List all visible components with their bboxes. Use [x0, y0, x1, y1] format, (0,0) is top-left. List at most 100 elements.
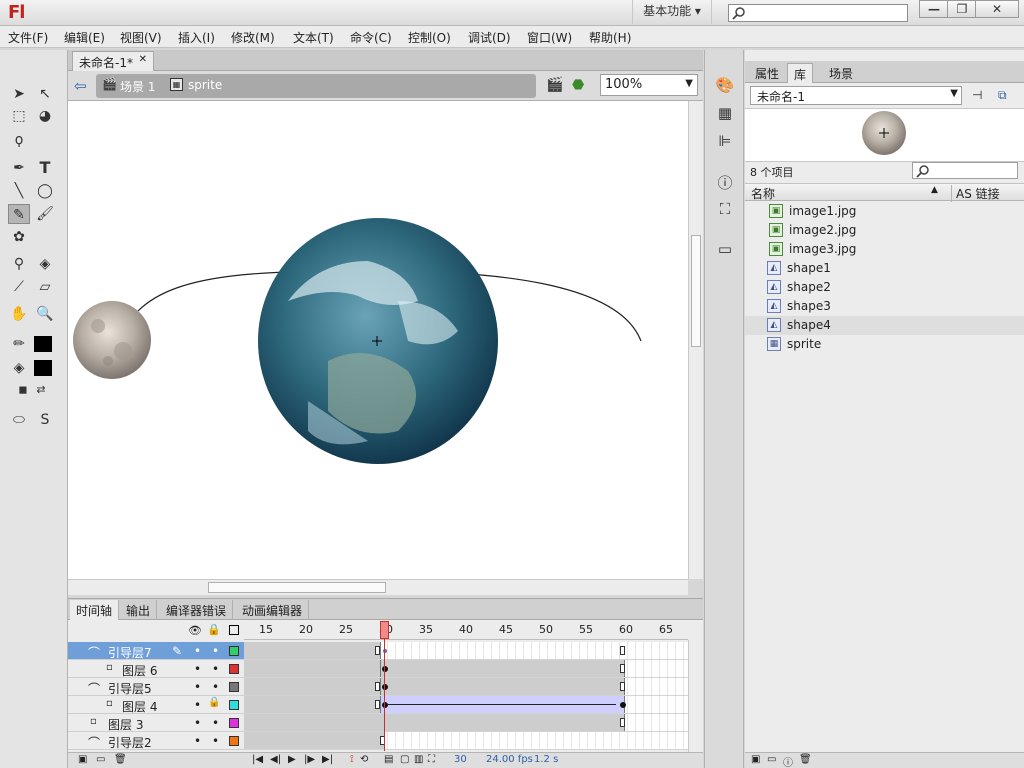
- keyframe[interactable]: [620, 702, 626, 708]
- keyframe-end[interactable]: [375, 700, 380, 709]
- new-symbol-icon[interactable]: ▣: [751, 754, 760, 765]
- smooth-icon[interactable]: S: [34, 410, 56, 430]
- pin-icon[interactable]: ⊣: [972, 88, 982, 102]
- bone-tool-icon[interactable]: ⚲: [8, 254, 30, 274]
- locked-icon[interactable]: 🔒: [208, 697, 220, 708]
- color-palette-icon[interactable]: 🎨: [713, 76, 737, 98]
- stage-horizontal-scrollbar[interactable]: [68, 579, 688, 595]
- lock-dot[interactable]: •: [212, 662, 219, 676]
- fill-color-swatch[interactable]: [34, 360, 52, 376]
- lock-icon[interactable]: 🔒: [207, 623, 221, 636]
- library-item[interactable]: ▣ image2.jpg: [745, 221, 1024, 240]
- delete-icon[interactable]: 🗑: [114, 754, 127, 765]
- outline-icon[interactable]: [229, 625, 239, 635]
- visibility-dot[interactable]: •: [194, 734, 201, 748]
- frame-ruler[interactable]: 15 20 25 30 35 40 45 50 55 60 65: [244, 620, 688, 640]
- delete-icon[interactable]: 🗑: [799, 754, 812, 765]
- new-layer-icon[interactable]: ▣: [78, 754, 87, 765]
- properties-icon[interactable]: ⓘ: [783, 754, 793, 768]
- pencil-tool-icon[interactable]: ✎: [8, 204, 30, 224]
- layer-name[interactable]: 引导层7: [108, 644, 152, 661]
- paint-bucket-icon[interactable]: ◈: [34, 254, 56, 274]
- stroke-color-swatch[interactable]: [34, 336, 52, 352]
- layer-row-4[interactable]: ▫ 图层 4 • 🔒: [68, 696, 244, 714]
- keyframe-end[interactable]: [375, 682, 380, 691]
- frame-rate[interactable]: 24.00 fps: [486, 754, 533, 765]
- selection-tool-icon[interactable]: ➤: [8, 84, 30, 104]
- library-search-input[interactable]: [912, 162, 1018, 179]
- menu-view[interactable]: 视图(V): [120, 29, 162, 46]
- menu-debug[interactable]: 调试(D): [468, 29, 511, 46]
- next-frame-icon[interactable]: |▶: [304, 754, 315, 765]
- frame-row-guide2[interactable]: [244, 732, 688, 750]
- eyedropper-icon[interactable]: ⟋: [8, 277, 30, 297]
- library-document-select[interactable]: 未命名-1 ▼: [750, 86, 962, 105]
- vertical-scroll-thumb[interactable]: [691, 235, 701, 347]
- keyframe-end[interactable]: [620, 664, 625, 673]
- tab-compiler-errors[interactable]: 编译器错误: [160, 600, 233, 620]
- layer-color-swatch[interactable]: [229, 682, 239, 692]
- library-item[interactable]: ▦ sprite: [745, 335, 1024, 354]
- keyframe-end[interactable]: [620, 682, 625, 691]
- layer-color-swatch[interactable]: [229, 664, 239, 674]
- layer-name[interactable]: 图层 4: [122, 698, 157, 715]
- layer-color-swatch[interactable]: [229, 718, 239, 728]
- layer-color-swatch[interactable]: [229, 700, 239, 710]
- tab-output[interactable]: 输出: [120, 600, 157, 620]
- workspace-switcher[interactable]: 基本功能 ▾: [632, 0, 712, 24]
- lock-dot[interactable]: •: [212, 644, 219, 658]
- layer-row-guide2[interactable]: ⌒ 引导层2 • •: [68, 732, 244, 750]
- edit-scene-icon[interactable]: 🎬: [546, 77, 563, 93]
- tab-timeline[interactable]: 时间轴: [70, 600, 119, 620]
- lock-dot[interactable]: •: [212, 716, 219, 730]
- column-as-linkage[interactable]: AS 链接: [951, 185, 1000, 202]
- tab-library[interactable]: 库: [787, 63, 813, 83]
- keyframe-end[interactable]: [620, 646, 625, 655]
- library-item[interactable]: ▣ image1.jpg: [745, 202, 1024, 221]
- close-tab-icon[interactable]: ✕: [139, 54, 147, 65]
- transform-icon[interactable]: ⛶: [713, 200, 737, 222]
- visibility-dot[interactable]: •: [194, 662, 201, 676]
- layer-color-swatch[interactable]: [229, 646, 239, 656]
- menu-edit[interactable]: 编辑(E): [64, 29, 105, 46]
- prev-frame-icon[interactable]: ◀|: [270, 754, 281, 765]
- object-drawing-icon[interactable]: ⬭: [8, 410, 30, 430]
- timeline-vertical-scrollbar[interactable]: [688, 640, 703, 752]
- menu-insert[interactable]: 插入(I): [178, 29, 215, 46]
- edit-multiple-icon[interactable]: ▥: [414, 754, 423, 765]
- visibility-dot[interactable]: •: [194, 716, 201, 730]
- edit-symbols-icon[interactable]: ⬣: [572, 77, 584, 93]
- sort-ascending-icon[interactable]: ▲: [931, 185, 938, 195]
- menu-modify[interactable]: 修改(M): [231, 29, 275, 46]
- lock-dot[interactable]: •: [212, 734, 219, 748]
- menu-window[interactable]: 窗口(W): [527, 29, 572, 46]
- layer-row-guide5[interactable]: ⌒ 引导层5 • •: [68, 678, 244, 696]
- menu-text[interactable]: 文本(T): [293, 29, 334, 46]
- free-transform-tool-icon[interactable]: ⬚: [8, 106, 30, 126]
- eraser-icon[interactable]: ▱: [34, 277, 56, 297]
- deco-tool-icon[interactable]: ✿: [8, 227, 30, 247]
- info-icon[interactable]: ⓘ: [713, 172, 737, 194]
- layer-row-guide7[interactable]: ⌒ 引导层7 ✎ • •: [68, 642, 244, 660]
- visibility-dot[interactable]: •: [194, 698, 201, 712]
- oval-tool-icon[interactable]: ◯: [34, 181, 56, 201]
- center-frame-icon[interactable]: ⟟: [350, 754, 354, 765]
- eye-icon[interactable]: 👁: [188, 624, 202, 637]
- first-frame-icon[interactable]: |◀: [252, 754, 263, 765]
- swap-colors-icon[interactable]: ⇄: [30, 380, 52, 400]
- stage[interactable]: [68, 101, 688, 579]
- new-folder-icon[interactable]: ▭: [96, 754, 105, 765]
- breadcrumb-scene[interactable]: 场景 1: [120, 78, 155, 95]
- tab-motion-editor[interactable]: 动画编辑器: [236, 600, 309, 620]
- text-tool-icon[interactable]: T: [34, 158, 56, 178]
- visibility-dot[interactable]: •: [194, 680, 201, 694]
- search-input[interactable]: [728, 4, 908, 22]
- menu-commands[interactable]: 命令(C): [350, 29, 392, 46]
- visibility-dot[interactable]: •: [194, 644, 201, 658]
- library-item[interactable]: ◭ shape1: [745, 259, 1024, 278]
- zoom-tool-icon[interactable]: 🔍: [34, 304, 56, 324]
- keyframe[interactable]: [382, 702, 388, 708]
- library-item[interactable]: ◭ shape2: [745, 278, 1024, 297]
- back-arrow-icon[interactable]: ⇦: [74, 77, 87, 95]
- layer-name[interactable]: 图层 6: [122, 662, 157, 679]
